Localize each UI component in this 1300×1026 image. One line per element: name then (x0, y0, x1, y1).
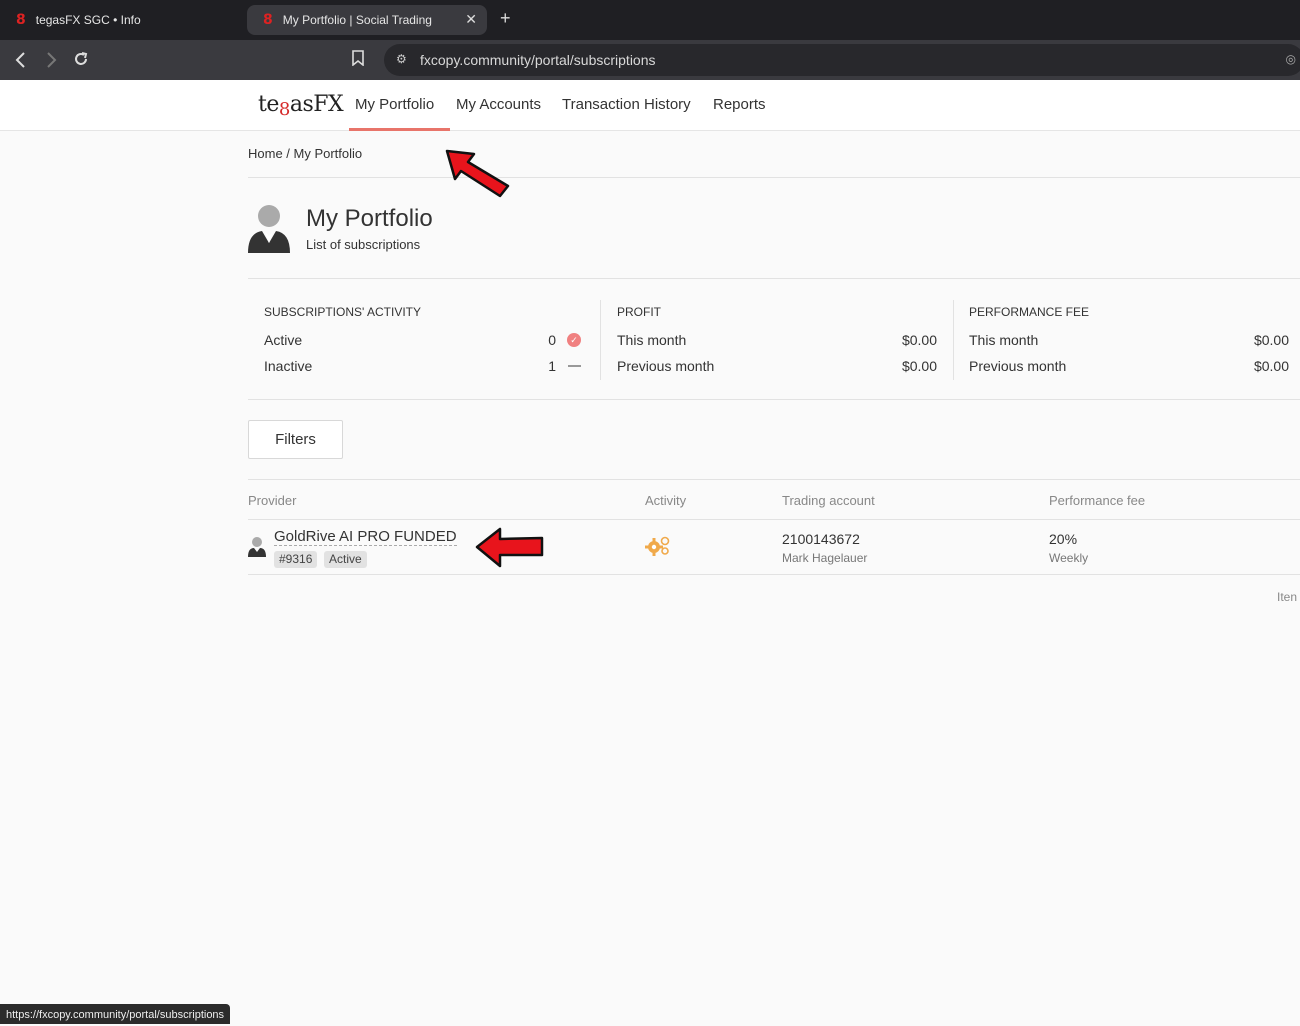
status-badge: Active (324, 551, 367, 568)
filters-button[interactable]: Filters (248, 420, 343, 459)
address-url: fxcopy.community/portal/subscriptions (420, 52, 656, 68)
tegasfx-logo[interactable]: te8asFX (258, 92, 344, 120)
items-count-label: Iten (1277, 590, 1298, 604)
nav-transaction-history[interactable]: Transaction History (562, 96, 691, 113)
divider (248, 479, 1300, 480)
close-tab-icon[interactable]: ✕ (465, 11, 477, 28)
tab-favicon: 8 (16, 12, 26, 28)
site-info-icon[interactable]: ⚙ (396, 52, 407, 66)
reload-icon[interactable] (72, 50, 90, 68)
breadcrumb[interactable]: Home / My Portfolio (248, 146, 362, 161)
provider-name-link[interactable]: GoldRive AI PRO FUNDED (274, 528, 457, 546)
browser-status-bar: https://fxcopy.community/portal/subscrip… (0, 1004, 231, 1024)
stats-separator (600, 300, 601, 380)
annotation-arrow-icon (445, 149, 510, 198)
gears-icon[interactable] (644, 535, 670, 557)
logo-text-post: asFX (289, 92, 344, 117)
profit-previous-month-value: $0.00 (901, 358, 937, 374)
tab-favicon: 8 (263, 12, 273, 28)
tab-title: My Portfolio | Social Trading (282, 13, 432, 27)
divider (248, 574, 1300, 575)
stats-separator (953, 300, 954, 380)
inactive-count: 1 (548, 358, 556, 374)
browser-tab-tegasfx-info[interactable]: 8 tegasFX SGC • Info (0, 5, 240, 35)
active-check-icon: ✓ (567, 333, 581, 347)
performance-fee-period: Weekly (1049, 551, 1089, 565)
inactive-label: Inactive (264, 358, 313, 374)
logo-eight: 8 (278, 99, 290, 120)
profit-previous-month-label: Previous month (617, 358, 715, 374)
trading-account-number: 2100143672 (782, 531, 860, 547)
page-title: My Portfolio (306, 205, 433, 232)
address-bar[interactable]: ⚙ fxcopy.community/portal/subscriptions (384, 44, 1300, 76)
profit-this-month-label: This month (617, 332, 687, 348)
back-arrow-icon[interactable] (14, 51, 28, 69)
browser-tab-my-portfolio[interactable]: 8 My Portfolio | Social Trading ✕ (247, 5, 487, 35)
annotation-arrow-icon (475, 527, 544, 568)
fee-previous-month-value: $0.00 (1253, 358, 1289, 374)
tab-title: tegasFX SGC • Info (35, 13, 141, 27)
column-header-trading-account[interactable]: Trading account (782, 493, 875, 508)
profit-this-month-value: $0.00 (901, 332, 937, 348)
provider-avatar-icon (248, 537, 266, 557)
column-header-activity[interactable]: Activity (645, 493, 686, 508)
inactive-dash-icon (568, 365, 581, 367)
nav-active-indicator (349, 128, 450, 131)
forward-arrow-icon[interactable] (44, 51, 58, 69)
trading-account-owner: Mark Hagelauer (782, 551, 868, 565)
divider (248, 177, 1300, 178)
bookmark-icon[interactable] (352, 50, 364, 66)
divider (248, 519, 1300, 520)
eye-icon[interactable]: ◎ (1286, 52, 1296, 66)
performance-fee-heading: PERFORMANCE FEE (969, 305, 1090, 319)
active-count: 0 (548, 332, 556, 348)
page-subtitle: List of subscriptions (306, 237, 421, 252)
subscriptions-activity-heading: SUBSCRIPTIONS' ACTIVITY (264, 305, 421, 319)
active-label: Active (264, 332, 303, 348)
nav-reports[interactable]: Reports (713, 96, 766, 113)
nav-my-portfolio[interactable]: My Portfolio (355, 96, 434, 113)
column-header-performance-fee[interactable]: Performance fee (1049, 493, 1145, 508)
provider-id-badge: #9316 (274, 551, 318, 568)
performance-fee-percent: 20% (1049, 531, 1078, 547)
fee-this-month-label: This month (969, 332, 1039, 348)
fee-this-month-value: $0.00 (1253, 332, 1289, 348)
portfolio-avatar-icon (248, 205, 290, 253)
divider (248, 399, 1300, 400)
new-tab-button[interactable]: + (500, 8, 511, 29)
divider (248, 278, 1300, 279)
profit-heading: PROFIT (617, 305, 661, 319)
column-header-provider[interactable]: Provider (248, 493, 296, 508)
fee-previous-month-label: Previous month (969, 358, 1067, 374)
nav-my-accounts[interactable]: My Accounts (456, 96, 541, 113)
logo-text-pre: te (258, 92, 279, 117)
